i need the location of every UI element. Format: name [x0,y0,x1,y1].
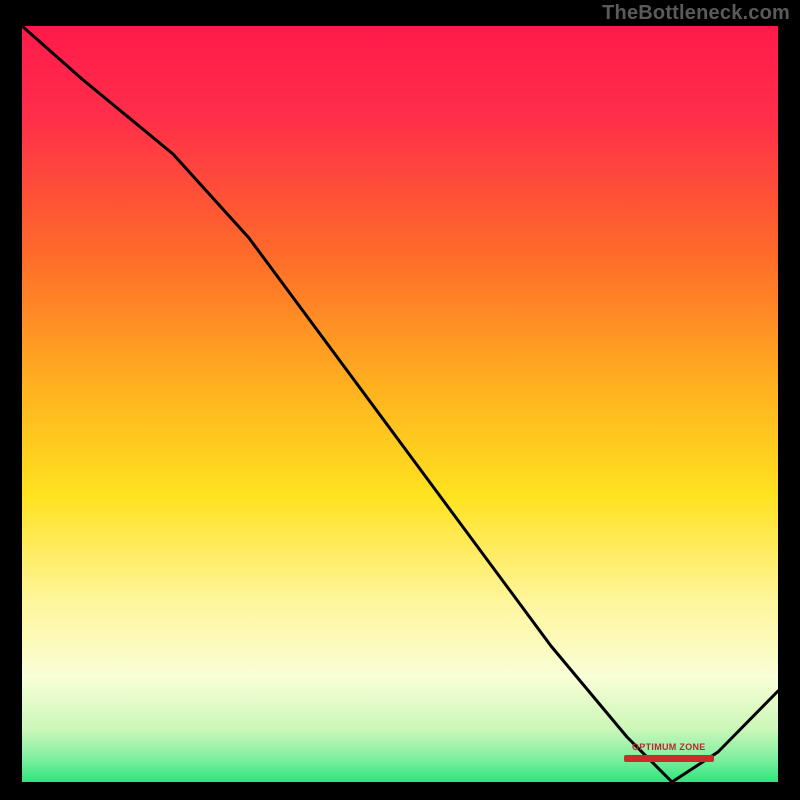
gradient-fill [22,26,778,782]
plot-area: OPTIMUM ZONE [22,26,778,782]
chart-frame: TheBottleneck.com [0,0,800,800]
optimum-label: OPTIMUM ZONE [632,742,706,752]
watermark-text: TheBottleneck.com [602,2,790,25]
optimum-marker [624,755,714,762]
chart-svg [22,26,778,782]
